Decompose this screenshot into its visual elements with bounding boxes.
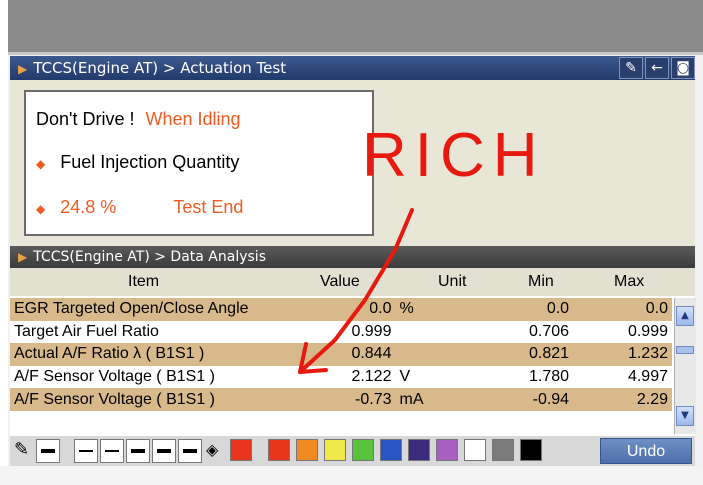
- annotation-arrow-shaft: [298, 208, 414, 374]
- red-arrow-annotation: [298, 208, 414, 374]
